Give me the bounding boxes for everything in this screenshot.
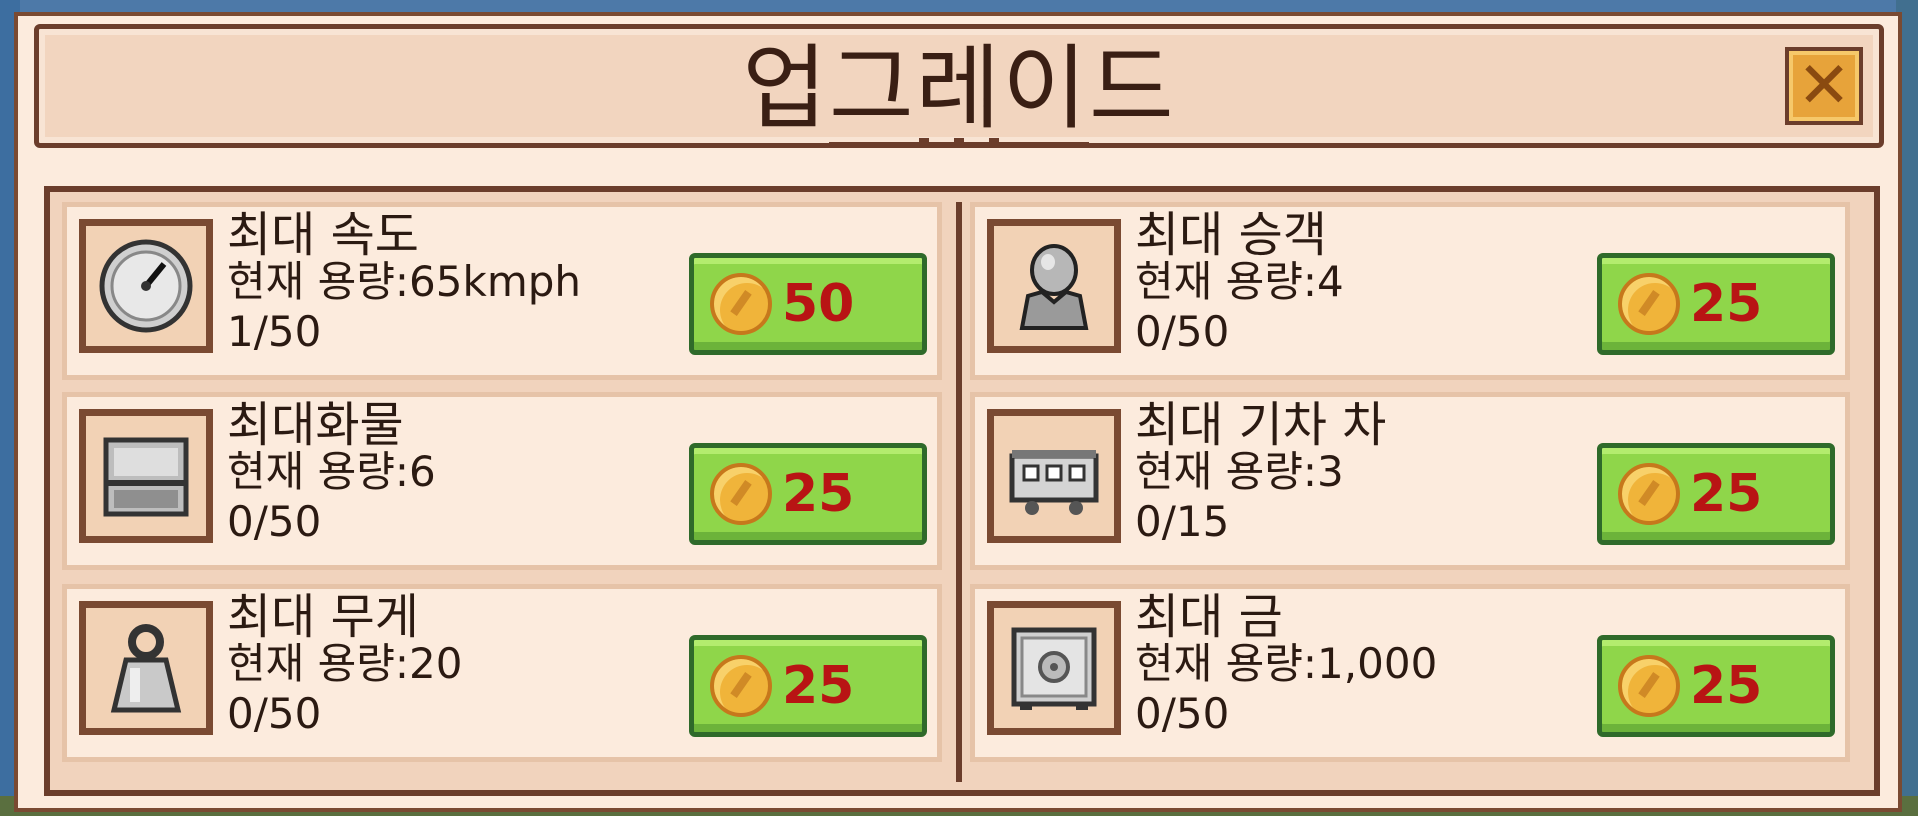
dialog-title: 업그레이드 [742, 35, 1176, 142]
upgrade-capacity: 현재 용량:1,000 [1135, 639, 1438, 688]
buy-weight-button[interactable]: 25 [689, 635, 927, 737]
upgrade-card-passengers: 최대 승객 현재 용량:4 0/50 25 [970, 202, 1850, 380]
upgrade-capacity: 현재 용량:3 [1135, 447, 1344, 496]
upgrade-level: 0/50 [227, 497, 322, 546]
coin-icon [1618, 655, 1680, 717]
buy-passengers-button[interactable]: 25 [1597, 253, 1835, 355]
upgrade-price: 25 [1690, 656, 1763, 716]
passenger-icon [987, 219, 1121, 353]
upgrade-card-train-cars: 최대 기차 차 현재 용량:3 0/15 25 [970, 392, 1850, 570]
upgrade-capacity: 현재 용량:20 [227, 639, 463, 688]
upgrade-capacity: 현재 용량:65kmph [227, 257, 582, 306]
safe-icon [987, 601, 1121, 735]
upgrade-card-weight: 최대 무게 현재 용량:20 0/50 25 [62, 584, 942, 762]
upgrade-name: 최대 무게 [227, 589, 419, 645]
upgrade-level: 0/50 [1135, 307, 1230, 356]
upgrade-name: 최대화물 [227, 397, 404, 453]
upgrade-name: 최대 기차 차 [1135, 397, 1387, 453]
upgrade-price: 25 [782, 464, 855, 524]
upgrade-level: 1/50 [227, 307, 322, 356]
coin-icon [1618, 463, 1680, 525]
upgrade-level: 0/50 [227, 689, 322, 738]
cargo-icon [79, 409, 213, 543]
upgrade-card-gold: 최대 금 현재 용량:1,000 0/50 25 [970, 584, 1850, 762]
upgrade-price: 25 [782, 656, 855, 716]
train-car-icon [987, 409, 1121, 543]
coin-icon [710, 655, 772, 717]
upgrade-capacity: 현재 용량:6 [227, 447, 436, 496]
upgrade-card-speed: 최대 속도 현재 용량:65kmph 1/50 50 [62, 202, 942, 380]
buy-train-cars-button[interactable]: 25 [1597, 443, 1835, 545]
upgrade-price: 25 [1690, 464, 1763, 524]
close-button[interactable]: ✕ [1785, 47, 1863, 125]
upgrade-panel: 최대 속도 현재 용량:65kmph 1/50 50 최대 승객 현재 용량:4… [44, 186, 1880, 796]
buy-gold-button[interactable]: 25 [1597, 635, 1835, 737]
title-bar: 업그레이드 ✕ [34, 24, 1884, 148]
close-icon: ✕ [1797, 49, 1851, 123]
upgrade-capacity: 현재 용량:4 [1135, 257, 1344, 306]
title-ornament [829, 137, 1089, 149]
coin-icon [710, 463, 772, 525]
upgrade-name: 최대 속도 [227, 207, 419, 263]
upgrade-name: 최대 금 [1135, 589, 1283, 645]
upgrade-name: 최대 승객 [1135, 207, 1327, 263]
weight-icon [79, 601, 213, 735]
upgrade-level: 0/50 [1135, 689, 1230, 738]
coin-icon [1618, 273, 1680, 335]
column-divider [956, 202, 962, 782]
upgrade-level: 0/15 [1135, 497, 1230, 546]
buy-speed-button[interactable]: 50 [689, 253, 927, 355]
upgrade-price: 50 [782, 274, 855, 334]
upgrade-price: 25 [1690, 274, 1763, 334]
coin-icon [710, 273, 772, 335]
upgrade-card-cargo: 최대화물 현재 용량:6 0/50 25 [62, 392, 942, 570]
speedometer-icon [79, 219, 213, 353]
buy-cargo-button[interactable]: 25 [689, 443, 927, 545]
upgrade-dialog: 업그레이드 ✕ 최대 속도 현재 용량:65kmph 1/50 50 최대 승객… [14, 12, 1902, 812]
